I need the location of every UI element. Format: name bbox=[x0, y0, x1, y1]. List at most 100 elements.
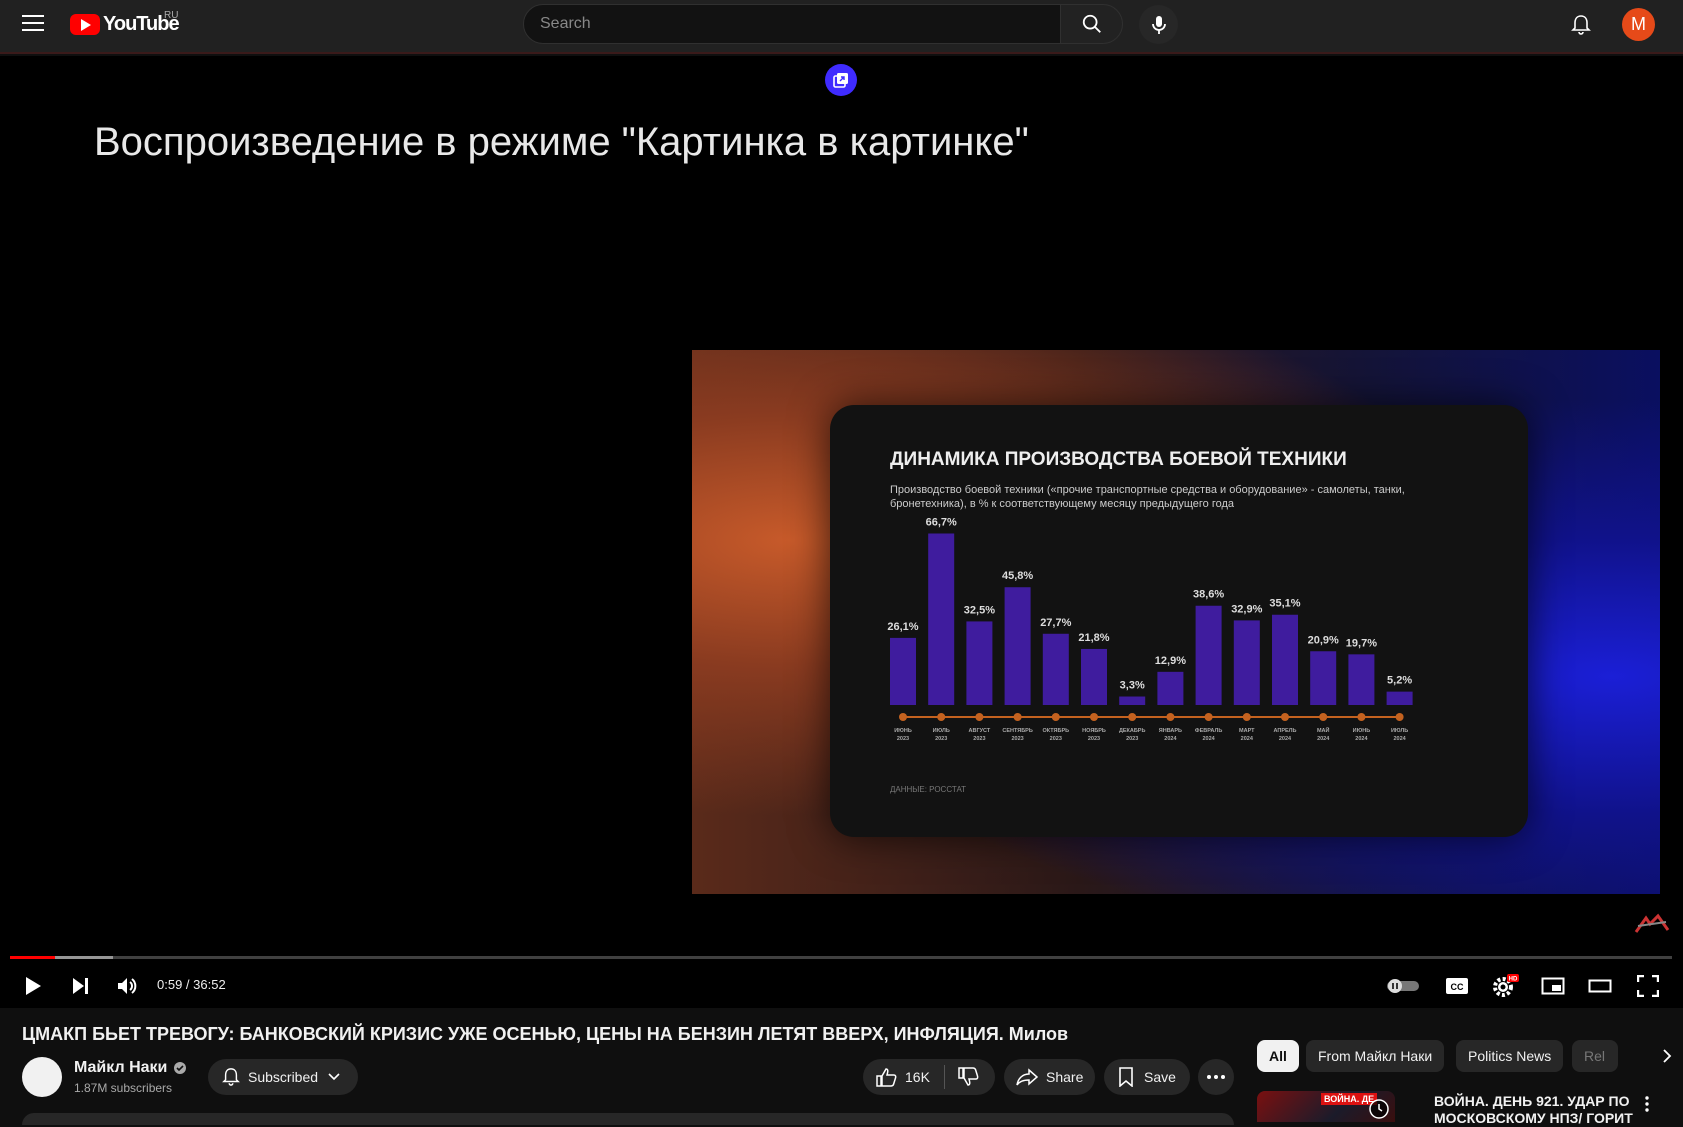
chip-politics-news[interactable]: Politics News bbox=[1456, 1040, 1564, 1072]
video-player[interactable]: Воспроизведение в режиме "Картинка в кар… bbox=[0, 56, 1683, 1008]
share-button[interactable]: Share bbox=[1004, 1059, 1095, 1095]
chart-value-label: 35,1% bbox=[1269, 598, 1300, 610]
settings-button[interactable]: HD bbox=[1488, 968, 1522, 1004]
chart-year-label: 2023 bbox=[1088, 736, 1100, 742]
theater-mode-icon bbox=[1588, 979, 1612, 993]
dislike-icon[interactable] bbox=[957, 1067, 979, 1087]
chart-value-label: 5,2% bbox=[1387, 675, 1412, 687]
share-icon bbox=[1016, 1068, 1038, 1086]
like-divider bbox=[943, 1065, 945, 1089]
chips-scroll-right[interactable] bbox=[1624, 1040, 1672, 1072]
chart-axis-marker bbox=[1090, 713, 1098, 721]
chart-year-label: 2024 bbox=[1279, 736, 1292, 742]
picture-in-picture-badge bbox=[825, 64, 857, 96]
chart-bar bbox=[1348, 654, 1375, 705]
miniplayer-button[interactable] bbox=[1536, 968, 1570, 1004]
description-box[interactable] bbox=[22, 1113, 1234, 1125]
notifications-button[interactable] bbox=[1566, 10, 1596, 40]
progress-bar[interactable] bbox=[10, 956, 1672, 959]
chart-month-label: СЕНТЯБРЬ bbox=[1002, 728, 1032, 734]
chart-value-label: 19,7% bbox=[1346, 637, 1377, 649]
chart-year-label: 2024 bbox=[1164, 736, 1177, 742]
chart-bar bbox=[1081, 648, 1107, 705]
chart-month-label: ИЮЛЬ bbox=[933, 728, 950, 734]
chart-slide: ДИНАМИКА ПРОИЗВОДСТВА БОЕВОЙ ТЕХНИКИ Про… bbox=[830, 405, 1528, 837]
chart-value-label: 32,5% bbox=[964, 604, 995, 616]
play-button[interactable] bbox=[18, 968, 48, 1004]
chart-year-label: 2024 bbox=[1355, 736, 1368, 742]
chart-month-label: ФЕВРАЛЬ bbox=[1195, 728, 1222, 734]
video-title: ЦМАКП БЬЕТ ТРЕВОГУ: БАНКОВСКИЙ КРИЗИС УЖ… bbox=[22, 1024, 1069, 1044]
chart-year-label: 2024 bbox=[1317, 736, 1330, 742]
next-button[interactable] bbox=[66, 968, 96, 1004]
chart-month-label: АВГУСТ bbox=[969, 728, 991, 734]
autoplay-toggle[interactable] bbox=[1384, 968, 1422, 1004]
chart-month-label: НОЯБРЬ bbox=[1082, 728, 1106, 734]
chart-month-label: ИЮНЬ bbox=[894, 728, 912, 734]
bookmark-icon bbox=[1119, 1067, 1133, 1087]
channel-name[interactable]: Майкл Наки bbox=[74, 1059, 167, 1077]
like-icon[interactable] bbox=[875, 1067, 897, 1087]
chip-from-channel[interactable]: From Майкл Наки bbox=[1306, 1040, 1445, 1072]
search-icon bbox=[1082, 14, 1101, 33]
closed-captions-icon: CC bbox=[1446, 978, 1468, 994]
channel-watermark-icon[interactable] bbox=[1632, 912, 1672, 936]
subscribed-button[interactable]: Subscribed bbox=[208, 1059, 358, 1095]
menu-icon[interactable] bbox=[22, 15, 44, 35]
chart-year-label: 2023 bbox=[1126, 736, 1138, 742]
chart-bar bbox=[1310, 651, 1337, 705]
account-avatar[interactable]: M bbox=[1622, 8, 1655, 41]
search-input[interactable] bbox=[540, 15, 1060, 33]
bell-icon bbox=[1571, 15, 1591, 35]
save-button[interactable]: Save bbox=[1104, 1059, 1190, 1095]
chart-axis-marker bbox=[1051, 713, 1060, 721]
chart-year-label: 2023 bbox=[935, 736, 947, 742]
mute-button[interactable] bbox=[112, 968, 142, 1004]
chart-month-label: ЯНВАРЬ bbox=[1159, 728, 1182, 734]
chart-year-label: 2024 bbox=[1202, 736, 1215, 742]
more-vertical-icon[interactable] bbox=[1645, 1096, 1649, 1112]
bell-icon bbox=[222, 1068, 240, 1086]
chart-axis-marker bbox=[899, 713, 907, 721]
theater-mode-button[interactable] bbox=[1583, 968, 1617, 1004]
chart-value-label: 3,3% bbox=[1120, 680, 1145, 692]
youtube-logo[interactable]: YouTube RU bbox=[70, 10, 180, 36]
chart-bar bbox=[1233, 620, 1260, 705]
chart-value-label: 32,9% bbox=[1231, 603, 1262, 615]
chart-value-label: 21,8% bbox=[1078, 632, 1109, 644]
time-display: 0:59 / 36:52 bbox=[157, 977, 226, 992]
chart-axis-marker bbox=[1395, 713, 1404, 721]
more-actions-button[interactable] bbox=[1198, 1059, 1234, 1095]
progress-played bbox=[10, 956, 55, 959]
pip-message: Воспроизведение в режиме "Картинка в кар… bbox=[94, 120, 1029, 164]
fullscreen-icon bbox=[1637, 975, 1659, 997]
search-button[interactable] bbox=[1060, 4, 1123, 44]
chip-related[interactable]: Rel bbox=[1572, 1040, 1618, 1072]
channel-name-row[interactable]: Майкл Наки bbox=[74, 1059, 187, 1077]
chart-year-label: 2024 bbox=[1241, 736, 1254, 742]
chart-axis-marker bbox=[1357, 713, 1366, 721]
chip-all[interactable]: All bbox=[1257, 1040, 1299, 1072]
chart-bar bbox=[1004, 587, 1031, 705]
subscribed-label: Subscribed bbox=[248, 1069, 319, 1085]
chart-year-label: 2023 bbox=[1050, 736, 1062, 742]
like-count[interactable]: 16K bbox=[905, 1069, 930, 1085]
chart-bar bbox=[1386, 691, 1413, 705]
recommendation-thumbnail[interactable]: ВОЙНА. ДЕ bbox=[1257, 1091, 1395, 1122]
chart-month-label: ИЮЛЬ bbox=[1391, 728, 1408, 734]
chart-value-label: 12,9% bbox=[1155, 655, 1186, 667]
fullscreen-button[interactable] bbox=[1631, 968, 1665, 1004]
chart-value-label: 45,8% bbox=[1002, 570, 1033, 582]
chart-bar bbox=[928, 533, 955, 705]
channel-avatar[interactable] bbox=[22, 1057, 62, 1097]
chart-axis-marker bbox=[1128, 713, 1137, 721]
like-dislike-group: 16K bbox=[863, 1059, 995, 1095]
chart-month-label: ОКТЯБРЬ bbox=[1043, 728, 1070, 734]
voice-search-button[interactable] bbox=[1139, 5, 1178, 44]
subtitles-button[interactable]: CC bbox=[1440, 968, 1474, 1004]
chevron-down-icon bbox=[328, 1073, 340, 1081]
chart-bar bbox=[1119, 696, 1146, 705]
chart-axis-marker bbox=[1013, 713, 1022, 721]
watch-later-icon bbox=[1369, 1099, 1389, 1119]
chart-month-label: ИЮНЬ bbox=[1353, 728, 1371, 734]
